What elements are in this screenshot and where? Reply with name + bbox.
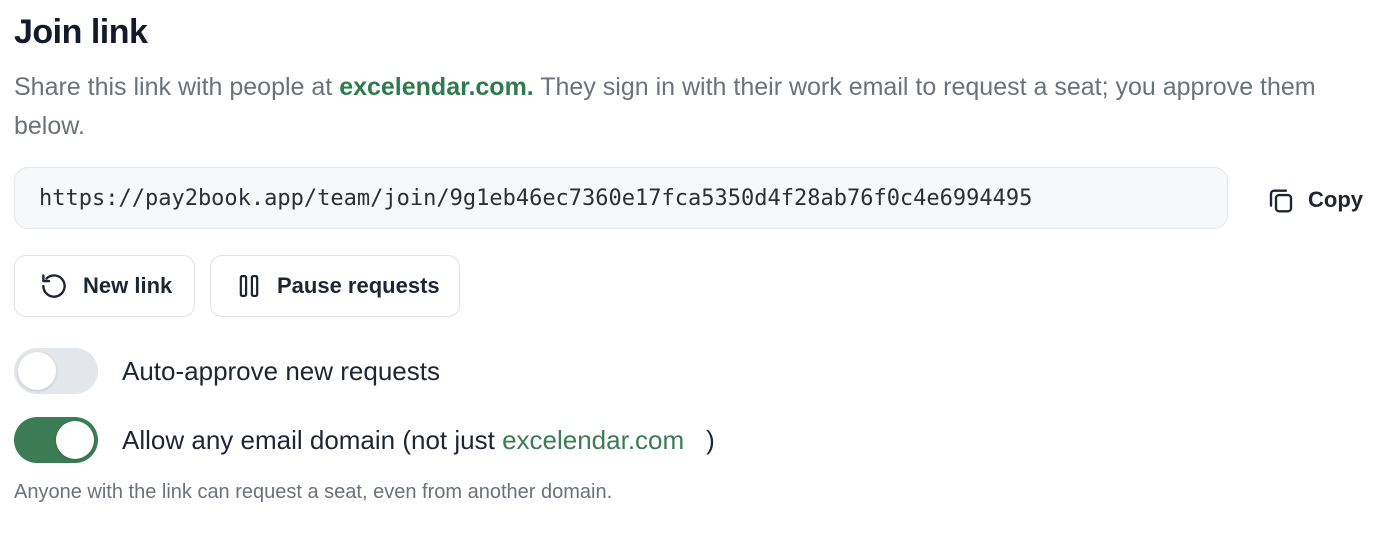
description-text-start: Share this link with people at (14, 73, 340, 101)
section-description: Share this link with people at excelenda… (14, 68, 1390, 146)
refresh-icon (39, 271, 69, 301)
copy-button[interactable]: Copy (1266, 176, 1363, 224)
pause-requests-label: Pause requests (277, 273, 440, 298)
any-domain-row: Allow any email domain (not just excelen… (14, 417, 715, 463)
any-domain-label-domain: excelendar.com (502, 424, 685, 455)
copy-icon (1266, 185, 1296, 215)
new-link-label: New link (83, 273, 173, 298)
description-domain: excelendar.com. (339, 73, 534, 101)
new-link-button[interactable]: New link (14, 255, 195, 317)
join-link-url-field[interactable]: https://pay2book.app/team/join/9g1eb46ec… (14, 167, 1228, 229)
pause-requests-button[interactable]: Pause requests (210, 255, 460, 317)
any-domain-label-end: ) (706, 424, 715, 455)
section-title: Join link (14, 13, 148, 51)
any-domain-toggle[interactable] (14, 417, 98, 463)
any-domain-label: Allow any email domain (not just excelen… (122, 425, 715, 456)
join-link-url[interactable]: https://pay2book.app/team/join/9g1eb46ec… (39, 186, 1032, 211)
auto-approve-label: Auto-approve new requests (122, 355, 440, 386)
auto-approve-row: Auto-approve new requests (14, 348, 440, 394)
any-domain-hint: Anyone with the link can request a seat,… (14, 481, 613, 503)
toggle-knob (56, 421, 94, 459)
any-domain-label-start: Allow any email domain (not just (122, 424, 503, 455)
auto-approve-toggle[interactable] (14, 348, 98, 394)
pause-icon (235, 271, 263, 301)
toggle-knob (18, 352, 56, 390)
copy-label: Copy (1308, 187, 1363, 212)
